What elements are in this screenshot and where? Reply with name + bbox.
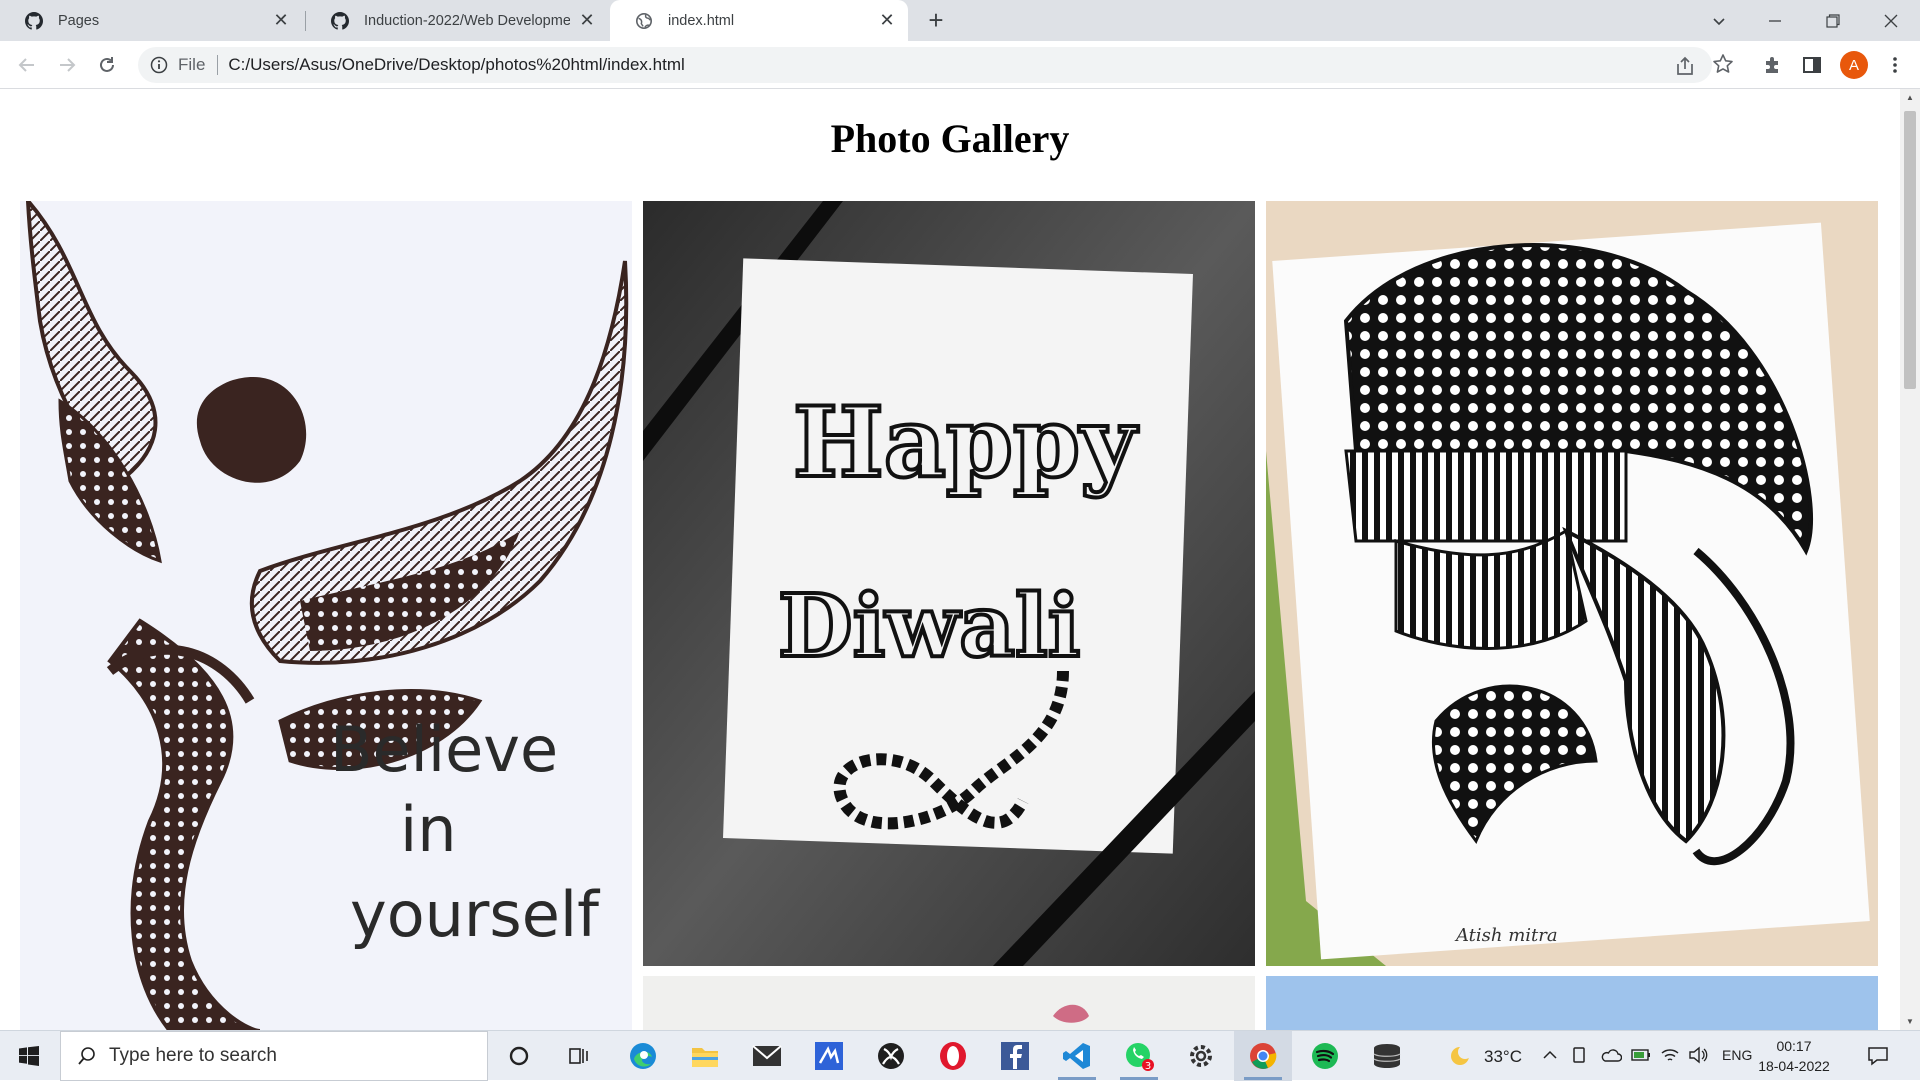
tab-strip: Pages ✕ Induction-2022/Web Developme ✕ i… — [0, 0, 1920, 41]
tab-search-chevron-icon[interactable] — [1690, 0, 1748, 41]
share-icon[interactable] — [1674, 55, 1696, 77]
page-viewport: Photo Gallery Believe in yourself Happy … — [0, 89, 1900, 1030]
address-divider — [217, 55, 219, 75]
address-bar[interactable]: File C:/Users/Asus/OneDrive/Desktop/phot… — [138, 47, 1712, 83]
forward-button[interactable] — [52, 50, 82, 80]
cortana-icon[interactable] — [490, 1031, 548, 1081]
svg-text:Believe: Believe — [330, 713, 558, 786]
photo-4[interactable] — [643, 976, 1255, 1030]
start-button[interactable] — [0, 1031, 58, 1081]
database-icon[interactable] — [1358, 1031, 1416, 1081]
edge-icon[interactable] — [614, 1031, 672, 1081]
windows-taskbar: Type here to search 3 33°C ENG 00:17 18-… — [0, 1030, 1920, 1081]
tab-title: Pages — [58, 12, 100, 29]
photo-happy-diwali[interactable]: Happy Diwali — [643, 201, 1255, 966]
browser-toolbar: File C:/Users/Asus/OneDrive/Desktop/phot… — [0, 41, 1920, 89]
chrome-icon[interactable] — [1234, 1031, 1292, 1081]
xbox-icon[interactable] — [862, 1031, 920, 1081]
search-icon — [78, 1047, 95, 1065]
photo-mandala-face[interactable]: Atish mitra — [1266, 201, 1878, 966]
restore-button[interactable] — [1804, 0, 1862, 41]
svg-text:Happy: Happy — [793, 386, 1139, 499]
weather-moon-icon[interactable] — [1448, 1044, 1472, 1073]
battery-icon[interactable] — [1630, 1046, 1652, 1069]
scheme-label: File — [178, 55, 206, 74]
close-icon[interactable]: ✕ — [876, 10, 898, 32]
search-placeholder: Type here to search — [109, 1045, 277, 1066]
taskbar-search-input[interactable]: Type here to search — [60, 1031, 488, 1081]
task-view-icon[interactable] — [550, 1031, 608, 1081]
show-hidden-icons-chevron-icon[interactable] — [1542, 1048, 1558, 1067]
close-window-button[interactable] — [1862, 0, 1920, 41]
close-icon[interactable]: ✕ — [576, 10, 598, 32]
bookmark-star-icon[interactable] — [1712, 53, 1734, 75]
file-explorer-icon[interactable] — [676, 1031, 734, 1081]
svg-text:Diwali: Diwali — [778, 576, 1080, 677]
address-url[interactable]: C:/Users/Asus/OneDrive/Desktop/photos%20… — [228, 55, 684, 75]
tab-pages[interactable]: Pages ✕ — [0, 0, 302, 41]
onedrive-cloud-icon[interactable] — [1600, 1046, 1623, 1069]
tab-title: index.html — [668, 12, 735, 29]
side-panel-icon[interactable] — [1801, 54, 1823, 76]
mail-icon[interactable] — [738, 1031, 796, 1081]
device-icon[interactable] — [1570, 1046, 1588, 1069]
taskbar-clock[interactable]: 00:17 18-04-2022 — [1752, 1036, 1836, 1076]
scroll-up-arrow-icon[interactable]: ▲ — [1900, 89, 1920, 106]
tab-index-html[interactable]: index.html ✕ — [610, 0, 908, 41]
photo-believe-in-yourself[interactable]: Believe in yourself — [20, 201, 632, 1030]
wifi-icon[interactable] — [1660, 1046, 1680, 1069]
back-button[interactable] — [12, 50, 42, 80]
tab-induction[interactable]: Induction-2022/Web Developme ✕ — [306, 0, 608, 41]
new-tab-button[interactable]: + — [922, 5, 950, 35]
page-scrollbar[interactable]: ▲ ▼ — [1900, 89, 1920, 1030]
settings-gear-icon[interactable] — [1172, 1031, 1230, 1081]
scroll-down-arrow-icon[interactable]: ▼ — [1900, 1013, 1920, 1030]
profile-avatar[interactable]: A — [1840, 51, 1868, 79]
github-icon — [24, 11, 44, 31]
info-icon[interactable] — [150, 56, 168, 74]
volume-speaker-icon[interactable] — [1688, 1046, 1708, 1069]
page-title: Photo Gallery — [830, 116, 1070, 161]
whatsapp-badge: 3 — [1145, 1061, 1151, 1071]
notification-center-icon[interactable] — [1866, 1044, 1890, 1073]
clock-date: 18-04-2022 — [1758, 1058, 1830, 1074]
spotify-icon[interactable] — [1296, 1031, 1354, 1081]
minimize-button[interactable] — [1746, 0, 1804, 41]
scroll-thumb[interactable] — [1904, 111, 1916, 389]
globe-icon — [634, 11, 654, 31]
opera-icon[interactable] — [924, 1031, 982, 1081]
tab-title: Induction-2022/Web Developme — [364, 12, 570, 29]
facebook-icon[interactable] — [986, 1031, 1044, 1081]
language-indicator[interactable]: ENG — [1722, 1047, 1752, 1063]
svg-text:yourself: yourself — [350, 878, 601, 951]
windows-logo-icon — [19, 1046, 39, 1066]
menu-kebab-icon[interactable] — [1884, 54, 1906, 76]
extensions-icon[interactable] — [1762, 54, 1784, 76]
photo-5[interactable] — [1266, 976, 1878, 1030]
signature: Atish mitra — [1454, 925, 1558, 946]
visual-studio-online-icon[interactable] — [800, 1031, 858, 1081]
weather-temperature[interactable]: 33°C — [1484, 1047, 1522, 1067]
clock-time: 00:17 — [1776, 1038, 1812, 1054]
github-icon — [330, 11, 350, 31]
whatsapp-icon[interactable]: 3 — [1110, 1031, 1168, 1081]
vscode-icon[interactable] — [1048, 1031, 1106, 1081]
reload-button[interactable] — [92, 50, 122, 80]
close-icon[interactable]: ✕ — [270, 10, 292, 32]
svg-text:in: in — [400, 793, 457, 866]
